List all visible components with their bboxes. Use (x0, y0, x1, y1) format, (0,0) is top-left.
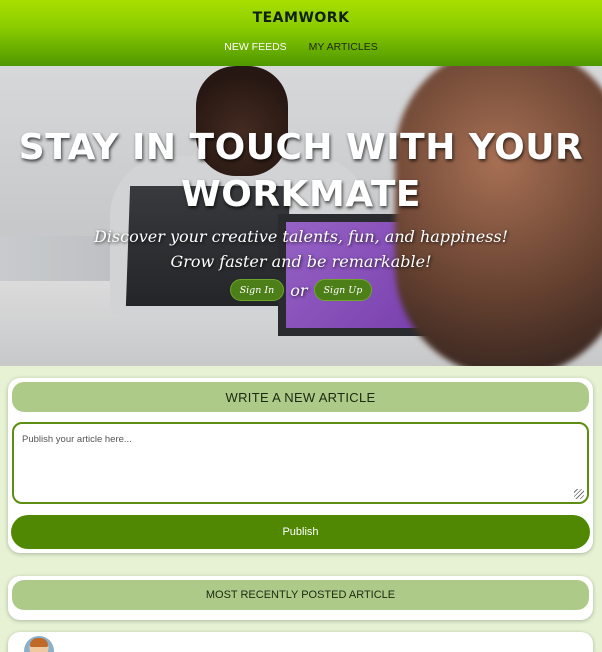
hero-subtitle: Discover your creative talents, fun, and… (0, 224, 602, 274)
sign-up-button[interactable]: Sign Up (313, 279, 373, 301)
main-nav: NEW FEEDS MY ARTICLES (0, 41, 602, 53)
article-post-card (8, 632, 593, 652)
hero-banner: STAY IN TOUCH WITH YOUR WORKMATE Discove… (0, 66, 602, 366)
write-article-heading: WRITE A NEW ARTICLE (12, 382, 589, 412)
nav-new-feeds[interactable]: NEW FEEDS (224, 41, 286, 53)
top-header: TEAMWORK NEW FEEDS MY ARTICLES (0, 0, 602, 66)
publish-button[interactable]: Publish (11, 515, 590, 549)
hero-title: STAY IN TOUCH WITH YOUR WORKMATE (18, 127, 584, 215)
article-textarea[interactable]: Publish your article here... (12, 422, 589, 504)
resize-handle-icon[interactable] (574, 489, 584, 499)
recent-article-card: MOST RECENTLY POSTED ARTICLE (8, 576, 593, 620)
avatar[interactable] (24, 636, 54, 652)
auth-buttons: Sign In or Sign Up (0, 279, 602, 301)
hero-subtitle-line-2: Grow faster and be remarkable! (170, 252, 432, 271)
recent-article-heading: MOST RECENTLY POSTED ARTICLE (12, 580, 589, 610)
or-label: or (290, 280, 308, 300)
hero-subtitle-line-1: Discover your creative talents, fun, and… (93, 227, 509, 246)
brand-title[interactable]: TEAMWORK (0, 10, 602, 26)
article-textarea-placeholder: Publish your article here... (22, 434, 132, 445)
nav-my-articles[interactable]: MY ARTICLES (309, 41, 378, 53)
write-article-card: WRITE A NEW ARTICLE Publish your article… (8, 378, 593, 553)
sign-in-button[interactable]: Sign In (229, 279, 285, 301)
